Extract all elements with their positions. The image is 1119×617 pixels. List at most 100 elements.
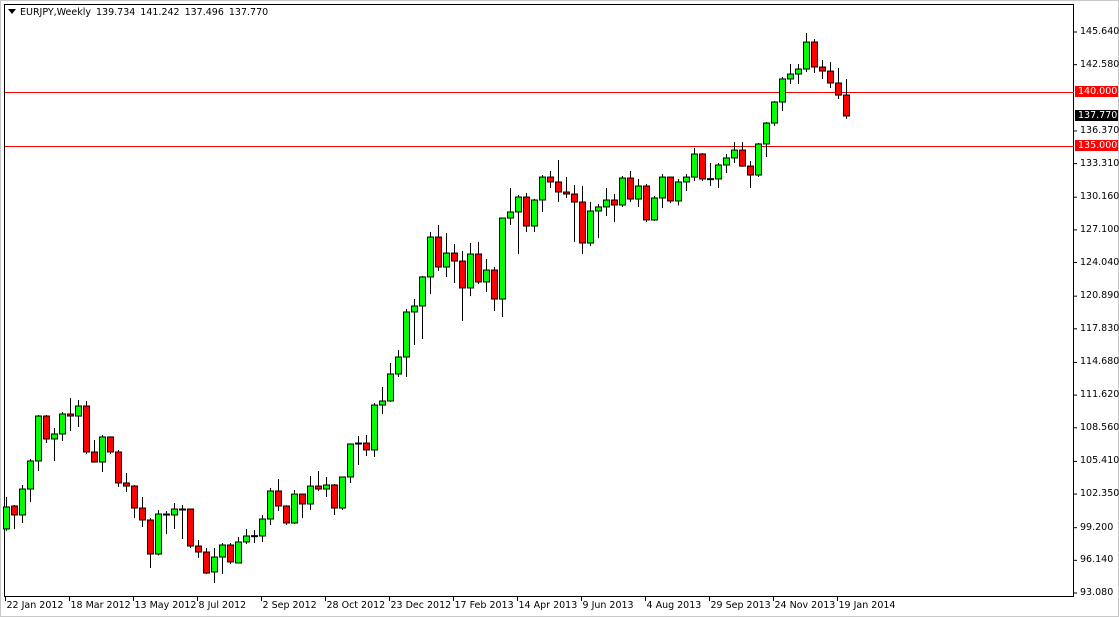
bullish-candle (788, 74, 794, 79)
bearish-candle (820, 67, 826, 71)
x-tick-label: 28 Oct 2012 (327, 600, 386, 611)
bullish-candle (156, 514, 162, 554)
bullish-candle (756, 144, 762, 175)
bullish-candle (596, 207, 602, 211)
bullish-candle (396, 357, 402, 374)
x-tick-label: 9 Jun 2013 (583, 600, 634, 611)
bearish-candle (124, 483, 130, 486)
bearish-candle (580, 202, 586, 243)
y-tick-label: 142.580 (1080, 59, 1119, 70)
bullish-candle (468, 254, 474, 288)
bearish-candle (644, 186, 650, 220)
bullish-candle (508, 212, 514, 218)
bullish-candle (260, 519, 266, 536)
bearish-candle (556, 182, 562, 192)
bullish-candle (100, 437, 106, 462)
bullish-candle (4, 507, 10, 529)
bullish-candle (796, 69, 802, 74)
y-tick-label: 145.640 (1080, 26, 1119, 37)
x-tick-label: 29 Sep 2013 (711, 600, 771, 611)
current-price-tag: 137.770 (1075, 110, 1118, 121)
bullish-candle (532, 200, 538, 226)
bearish-candle (196, 546, 202, 552)
bullish-candle (804, 42, 810, 69)
y-tick-label: 96.140 (1080, 554, 1113, 565)
bearish-candle (460, 261, 466, 288)
y-tick-label: 136.370 (1080, 125, 1119, 136)
bearish-candle (108, 437, 114, 452)
x-tick-label: 22 Jan 2012 (7, 600, 64, 611)
bearish-candle (564, 192, 570, 194)
bullish-candle (324, 485, 330, 489)
bullish-candle (404, 312, 410, 357)
y-tick-label: 127.100 (1080, 224, 1119, 235)
y-tick-label: 124.040 (1080, 257, 1119, 268)
bullish-candle (244, 536, 250, 542)
y-tick-label: 93.080 (1080, 587, 1113, 598)
bearish-candle (436, 237, 442, 267)
bullish-candle (236, 542, 242, 563)
bearish-candle (844, 95, 850, 116)
bullish-candle (780, 79, 786, 102)
bearish-candle (452, 253, 458, 261)
bullish-candle (380, 401, 386, 405)
bearish-candle (524, 197, 530, 226)
bullish-candle (308, 486, 314, 504)
bullish-candle (292, 494, 298, 523)
bullish-candle (20, 489, 26, 515)
level-price-tag: 135.000 (1075, 140, 1118, 151)
bearish-candle (316, 486, 322, 489)
bearish-candle (812, 42, 818, 67)
level-price-tag: 140.000 (1075, 86, 1118, 97)
bearish-candle (180, 509, 186, 510)
bearish-candle (12, 506, 18, 515)
x-tick-label: 13 May 2012 (135, 600, 197, 611)
bullish-candle (28, 461, 34, 489)
bullish-candle (724, 158, 730, 165)
bullish-candle (540, 177, 546, 200)
bullish-candle (764, 123, 770, 144)
bullish-candle (716, 165, 722, 179)
y-tick-label: 99.200 (1080, 522, 1113, 533)
bullish-candle (172, 509, 178, 515)
bullish-candle (636, 186, 642, 199)
y-tick-label: 114.680 (1080, 356, 1119, 367)
bearish-candle (68, 414, 74, 416)
bearish-candle (132, 486, 138, 508)
bearish-candle (332, 485, 338, 508)
bullish-candle (412, 306, 418, 312)
bearish-candle (492, 270, 498, 299)
candlestick-chart (0, 0, 1119, 617)
bearish-candle (140, 508, 146, 520)
bullish-candle (500, 218, 506, 299)
bullish-candle (60, 414, 66, 434)
bullish-candle (620, 178, 626, 205)
x-tick-label: 4 Aug 2013 (647, 600, 702, 611)
bullish-candle (212, 557, 218, 572)
x-tick-label: 17 Feb 2013 (455, 600, 514, 611)
bearish-candle (828, 71, 834, 83)
bullish-candle (36, 416, 42, 461)
bearish-candle (284, 506, 290, 523)
bearish-candle (740, 150, 746, 166)
bullish-candle (660, 177, 666, 198)
y-tick-label: 105.410 (1080, 455, 1119, 466)
bullish-candle (268, 491, 274, 519)
bearish-candle (548, 177, 554, 182)
bullish-candle (516, 197, 522, 212)
bearish-candle (364, 443, 370, 450)
bullish-candle (692, 154, 698, 177)
bearish-candle (300, 494, 306, 504)
x-tick-label: 18 Mar 2012 (71, 600, 131, 611)
y-tick-label: 130.160 (1080, 191, 1119, 202)
bearish-candle (228, 545, 234, 562)
bearish-candle (748, 166, 754, 175)
bearish-candle (628, 178, 634, 199)
bullish-candle (76, 406, 82, 416)
bearish-candle (116, 452, 122, 483)
bullish-candle (348, 444, 354, 477)
bearish-candle (668, 177, 674, 201)
bullish-candle (772, 102, 778, 123)
x-tick-label: 24 Nov 2013 (775, 600, 836, 611)
bearish-candle (164, 514, 170, 515)
